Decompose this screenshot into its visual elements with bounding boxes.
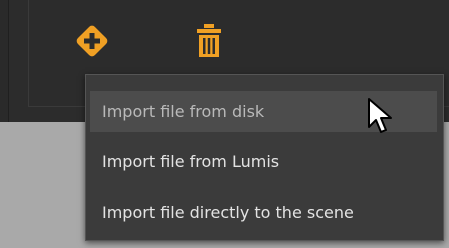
menu-item-import-from-lumis[interactable]: Import file from Lumis: [90, 141, 437, 182]
menu-item-import-to-scene[interactable]: Import file directly to the scene: [90, 192, 437, 233]
add-icon[interactable]: [74, 23, 110, 59]
panel-divider-vertical: [28, 0, 29, 106]
trash-icon[interactable]: [196, 24, 222, 58]
panel-edge: [0, 0, 9, 122]
menu-item-import-from-disk[interactable]: Import file from disk: [90, 91, 437, 132]
import-dropdown-menu: Import file from disk Import file from L…: [85, 74, 444, 241]
